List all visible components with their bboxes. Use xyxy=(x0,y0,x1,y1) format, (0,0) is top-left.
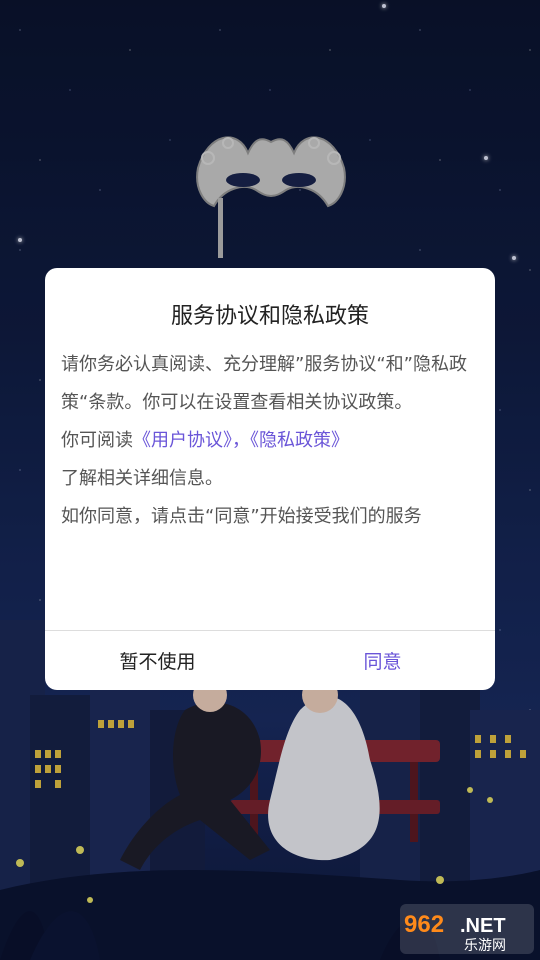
read-prefix-text: 你可阅读 xyxy=(61,430,133,451)
agree-button[interactable]: 同意 xyxy=(270,631,495,690)
details-text: 了解相关详细信息。 xyxy=(61,468,223,489)
watermark-cn: 乐游网 xyxy=(464,938,506,954)
decline-button[interactable]: 暂不使用 xyxy=(45,631,270,690)
link-separator: ， xyxy=(232,430,250,451)
user-agreement-link[interactable]: 《用户协议》 xyxy=(133,430,232,451)
agreement-notice-text: 请你务必认真阅读、充分理解”服务协议“和”隐私政策“条款。你可以在设置查看相关协… xyxy=(61,354,467,413)
privacy-policy-link[interactable]: 《隐私政策》 xyxy=(250,430,349,451)
site-watermark-logo: 962 .NET 乐游网 xyxy=(400,904,534,954)
read-links-line: 你可阅读《用户协议》，《隐私政策》 xyxy=(61,422,481,460)
dialog-body: 请你务必认真阅读、充分理解”服务协议“和”隐私政策“条款。你可以在设置查看相关协… xyxy=(61,346,481,536)
consent-instruction-text: 如你同意，请点击“同意”开始接受我们的服务 xyxy=(61,506,422,527)
watermark-number: 962 xyxy=(404,911,444,938)
watermark-suffix: .NET xyxy=(460,915,506,937)
privacy-policy-dialog: 服务协议和隐私政策 请你务必认真阅读、充分理解”服务协议“和”隐私政策“条款。你… xyxy=(45,268,495,690)
splash-screen: 服务协议和隐私政策 请你务必认真阅读、充分理解”服务协议“和”隐私政策“条款。你… xyxy=(0,0,540,960)
dialog-title: 服务协议和隐私政策 xyxy=(170,304,369,329)
